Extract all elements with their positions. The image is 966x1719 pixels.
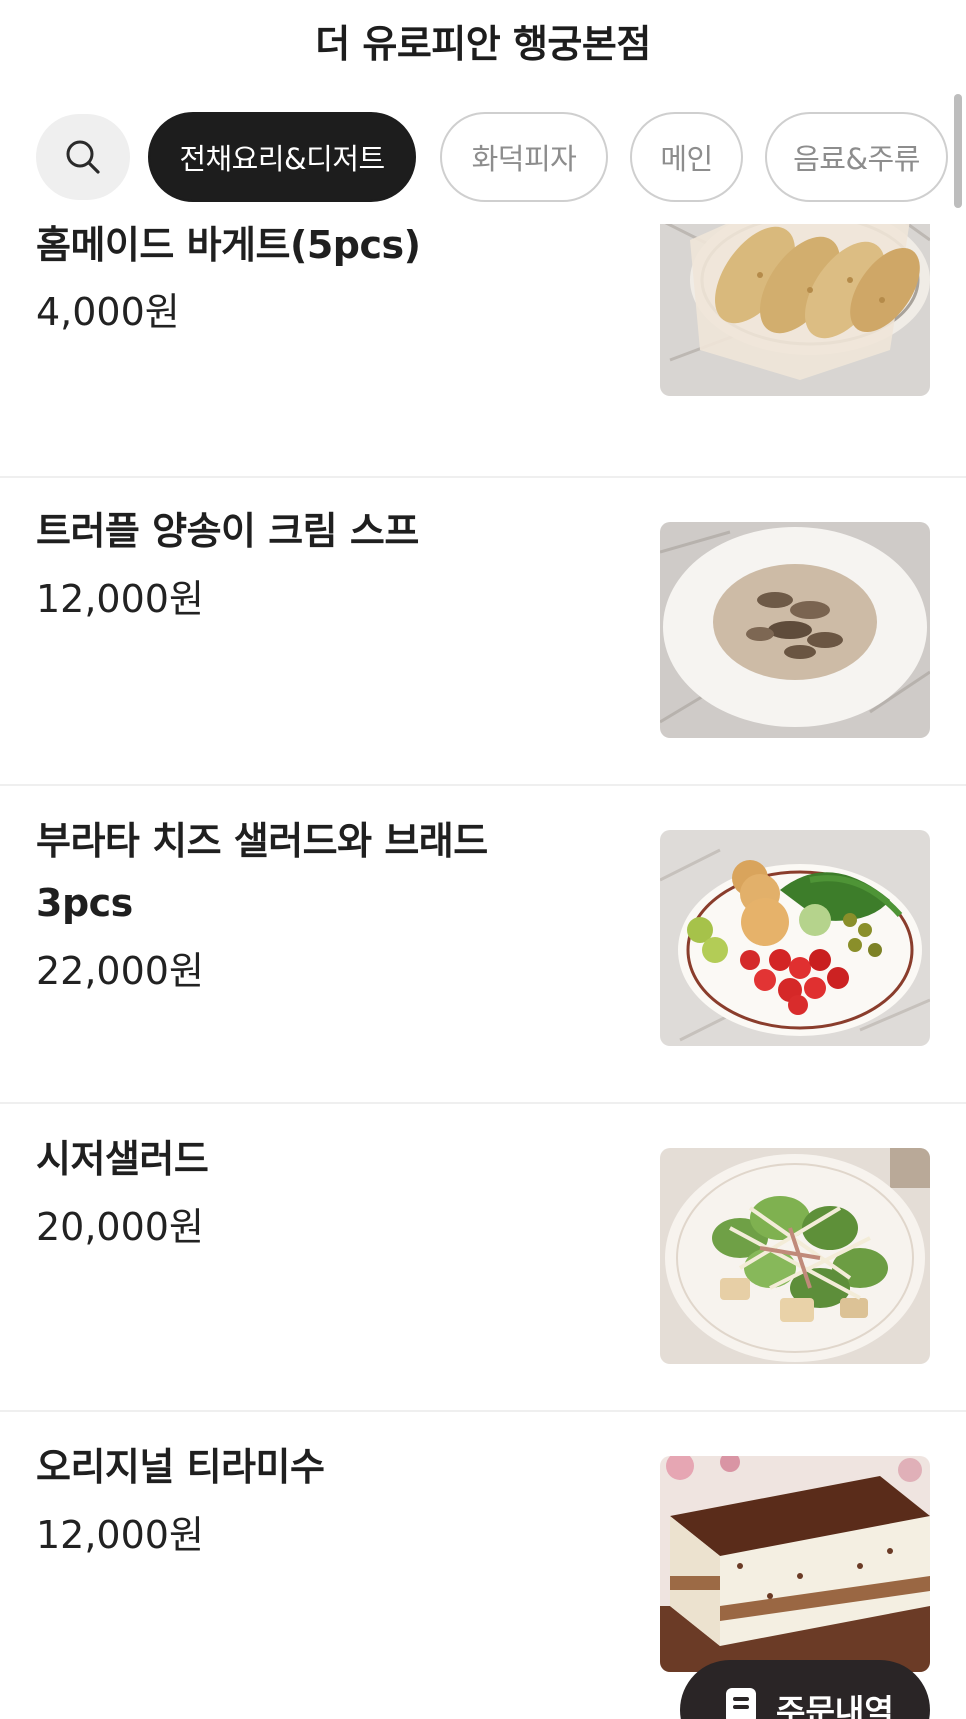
tiramisu-photo (660, 1456, 930, 1672)
scrollbar[interactable] (954, 94, 962, 208)
order-history-button[interactable]: 주문내역 (680, 1660, 930, 1719)
category-bar: 전채요리&디저트 화덕피자 메인 음료&주류 (0, 100, 966, 224)
menu-item-name: 시저샐러드 (36, 1137, 209, 1181)
menu-item-price: 12,000원 (36, 577, 204, 621)
store-title: 더 유로피안 행궁본점 (315, 21, 651, 66)
menu-item[interactable]: 트러플 양송이 크림 스프 12,000원 (0, 478, 966, 786)
burrata-salad-photo (660, 830, 930, 1046)
category-chip-appetizer-dessert[interactable]: 전채요리&디저트 (148, 112, 416, 202)
menu-item-price: 22,000원 (36, 949, 204, 993)
menu-item[interactable]: 부라타 치즈 샐러드와 브래드 3pcs 22,000원 (0, 786, 966, 1104)
menu-item-name: 트러플 양송이 크림 스프 (36, 509, 419, 553)
order-history-label: 주문내역 (776, 1692, 894, 1719)
menu-item[interactable]: 홈메이드 바게트(5pcs) 4,000원 (0, 180, 966, 478)
search-button[interactable] (36, 114, 130, 200)
category-chip-pizza[interactable]: 화덕피자 (440, 112, 608, 202)
menu-item[interactable]: 시저샐러드 20,000원 (0, 1104, 966, 1412)
menu-item-name: 부라타 치즈 샐러드와 브래드 3pcs (36, 819, 488, 925)
search-icon (66, 140, 100, 174)
menu-item-price: 4,000원 (36, 290, 180, 334)
menu-item-price: 20,000원 (36, 1205, 204, 1249)
menu-page: 더 유로피안 행궁본점 전채요리&디저트 화덕피자 메인 음료&주류 홈메이드 … (0, 0, 966, 1719)
category-chip-drinks[interactable]: 음료&주류 (765, 112, 948, 202)
menu-item-name: 오리지널 티라미수 (36, 1445, 325, 1489)
header: 더 유로피안 행궁본점 (0, 0, 966, 80)
menu-item-price: 12,000원 (36, 1513, 204, 1557)
category-chip-main[interactable]: 메인 (630, 112, 743, 202)
mushroom-soup-photo (660, 522, 930, 738)
caesar-salad-photo (660, 1148, 930, 1364)
receipt-icon (726, 1688, 756, 1719)
